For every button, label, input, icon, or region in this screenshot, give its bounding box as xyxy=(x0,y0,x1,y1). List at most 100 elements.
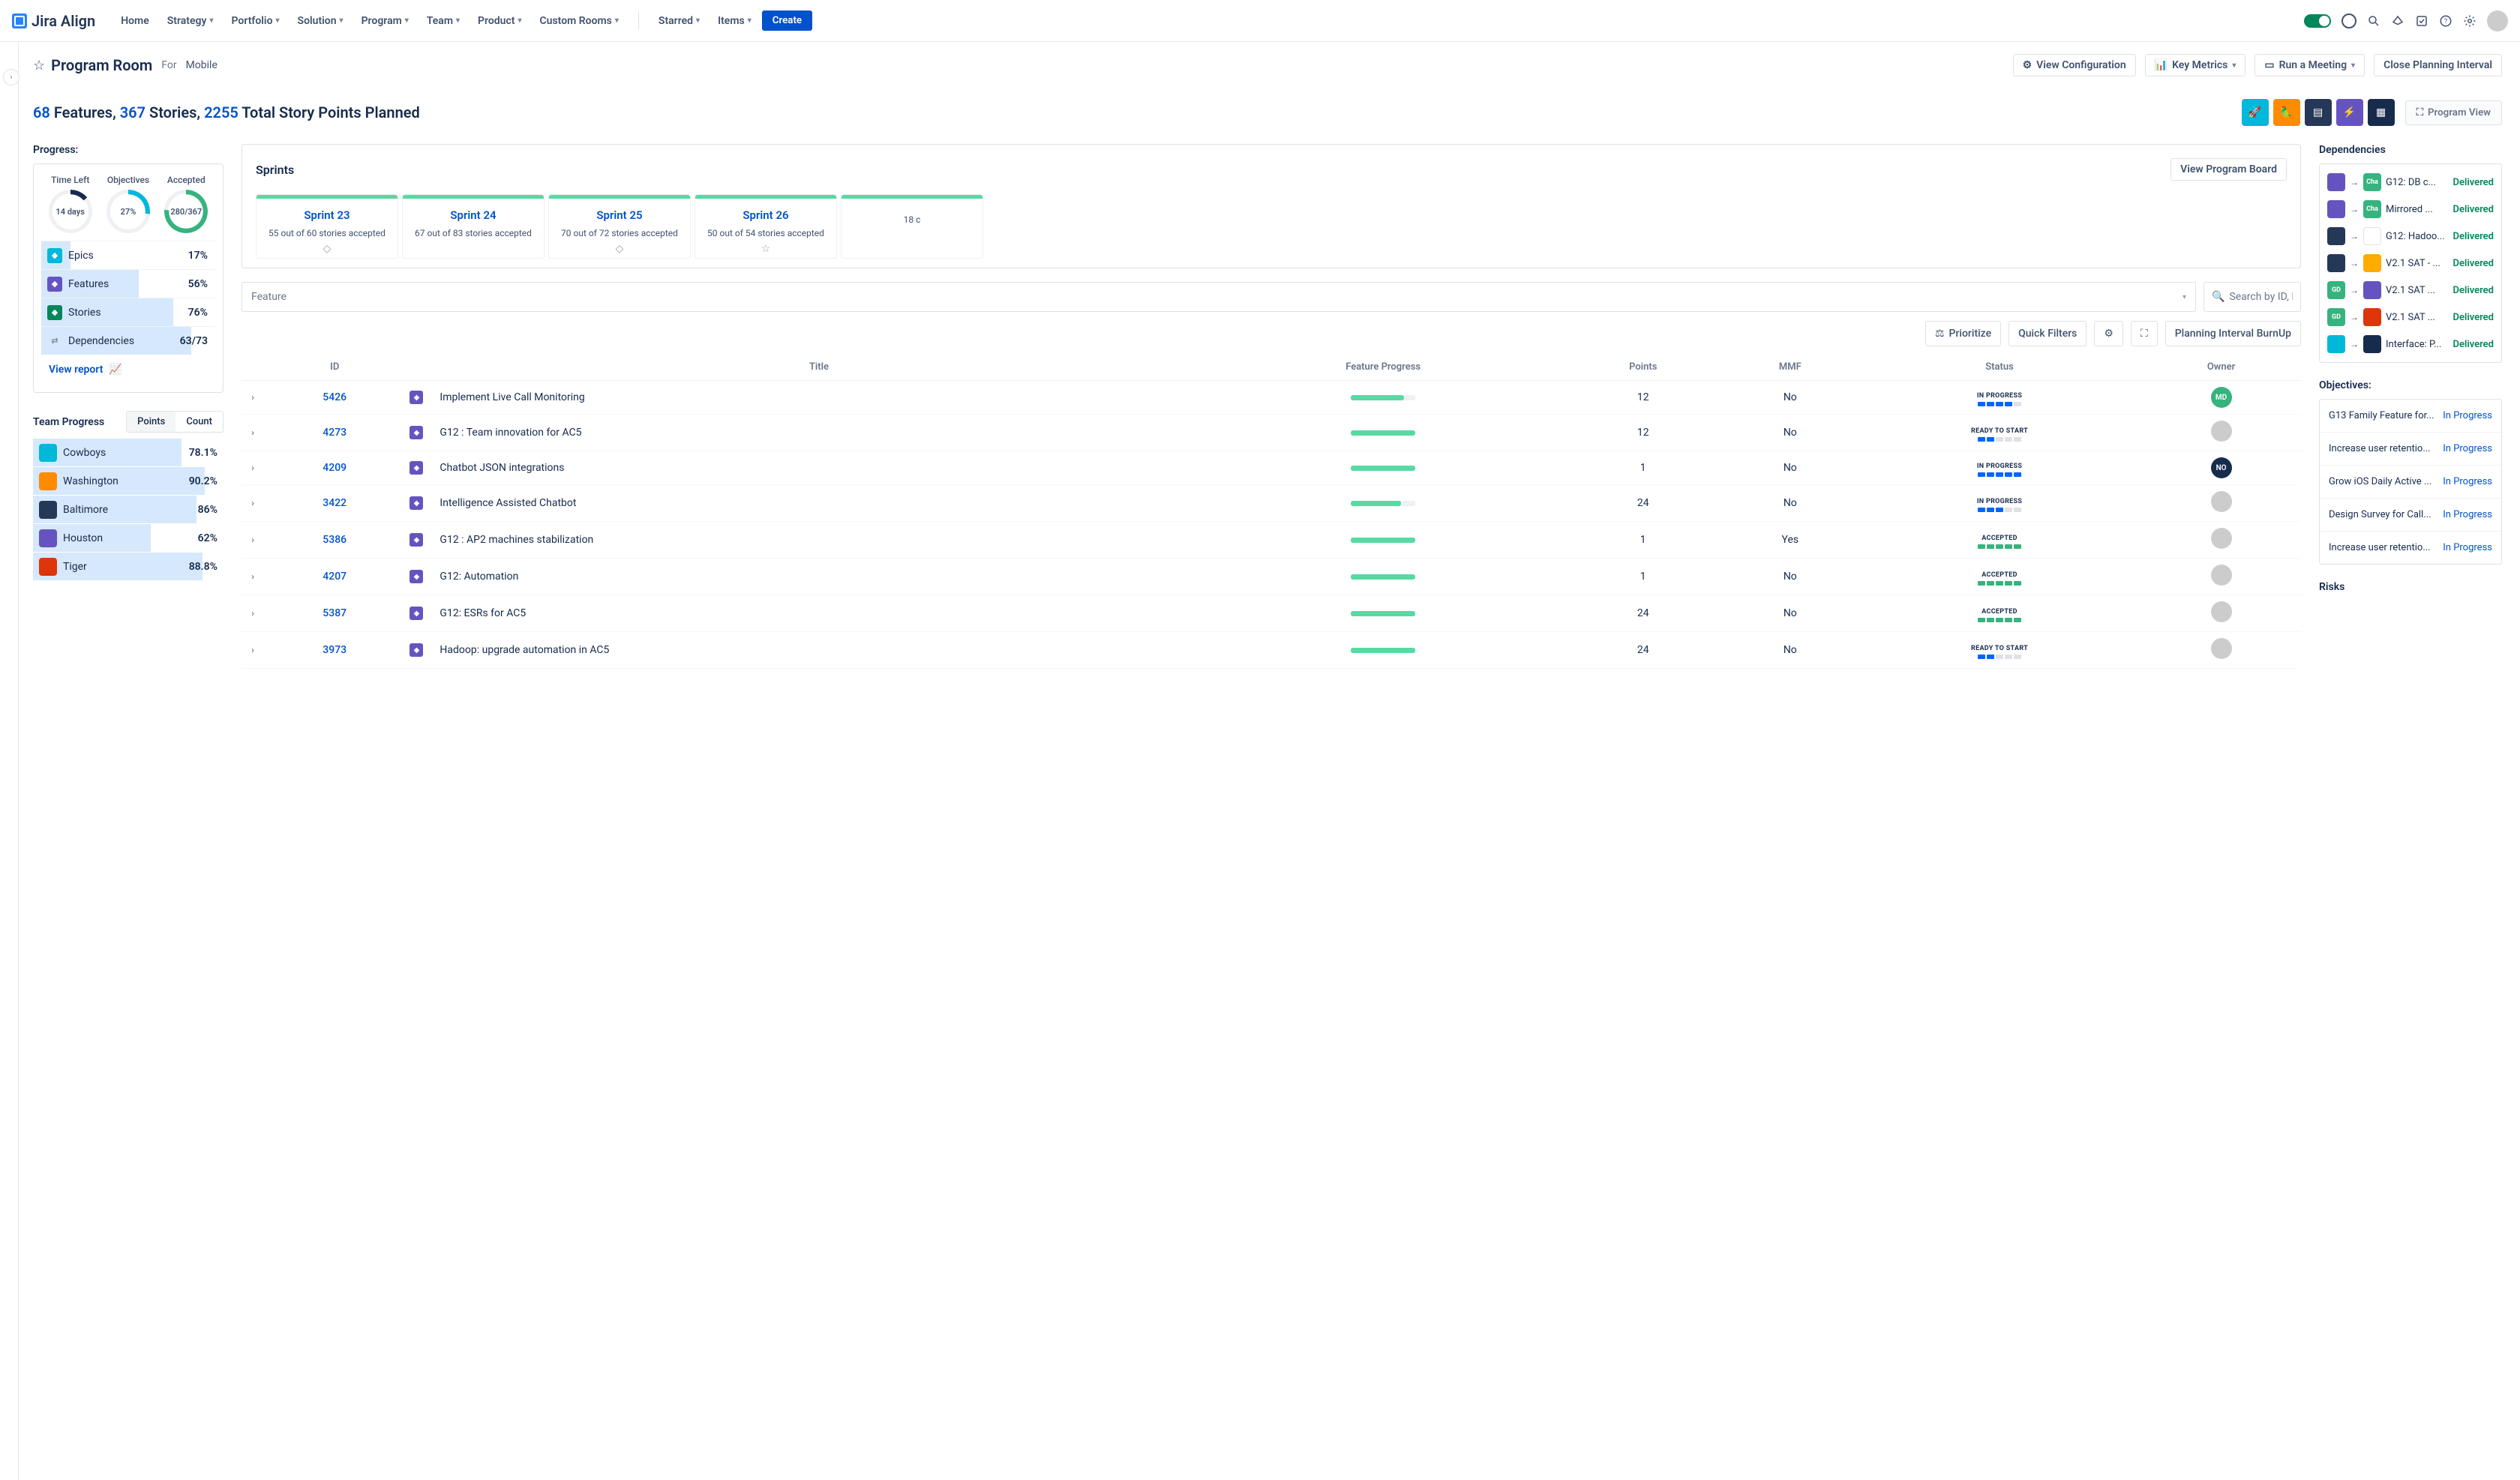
sprint-card[interactable]: Sprint 25 70 out of 72 stories accepted … xyxy=(548,194,691,259)
help-icon[interactable]: ? xyxy=(2439,14,2452,28)
dependency-row[interactable]: → Interface: P... Delivered xyxy=(2327,331,2494,358)
expand-sidebar-button[interactable]: › xyxy=(3,69,20,85)
owner-avatar[interactable]: MD xyxy=(2211,387,2232,408)
nav-solution[interactable]: Solution▾ xyxy=(290,10,351,31)
feature-id-link[interactable]: 4209 xyxy=(322,462,346,474)
team-row[interactable]: Houston 62% xyxy=(33,524,224,553)
tab-points[interactable]: Points xyxy=(127,412,176,432)
sprint-star-icon[interactable]: ◇ xyxy=(616,243,624,255)
sprint-card[interactable]: Sprint 23 55 out of 60 stories accepted … xyxy=(256,194,398,259)
program-view-button[interactable]: ⛶Program View xyxy=(2405,100,2502,125)
col-mmf[interactable]: MMF xyxy=(1723,354,1858,381)
dependency-row[interactable]: → Cha G12: DB c... Delivered xyxy=(2327,169,2494,196)
feature-title[interactable]: Implement Live Call Monitoring xyxy=(435,381,1202,415)
sprint-card[interactable]: 18 c xyxy=(841,194,983,259)
progress-row[interactable]: ⇄ Dependencies 63/73 xyxy=(41,326,215,355)
feature-title[interactable]: Intelligence Assisted Chatbot xyxy=(435,485,1202,522)
expand-row-icon[interactable]: › xyxy=(251,645,254,655)
team-row[interactable]: Tiger 88.8% xyxy=(33,553,224,581)
owner-avatar[interactable]: NO xyxy=(2211,457,2232,478)
owner-avatar[interactable] xyxy=(2211,601,2232,622)
col-id[interactable]: ID xyxy=(264,354,405,381)
dependency-row[interactable]: → Cha Mirrored ... Delivered xyxy=(2327,196,2494,223)
team-row[interactable]: Cowboys 78.1% xyxy=(33,439,224,467)
feature-title[interactable]: G12 : AP2 machines stabilization xyxy=(435,522,1202,559)
sprint-star-icon[interactable]: ☆ xyxy=(761,243,771,255)
expand-row-icon[interactable]: › xyxy=(251,608,254,619)
tasks-icon[interactable] xyxy=(2415,14,2428,28)
expand-row-icon[interactable]: › xyxy=(251,463,254,473)
sprint-card[interactable]: Sprint 24 67 out of 83 stories accepted xyxy=(402,194,544,259)
globe-icon[interactable] xyxy=(2342,13,2356,28)
team-tile-washington[interactable]: 🦜 xyxy=(2273,99,2300,126)
close-planning-interval-button[interactable]: Close Planning Interval xyxy=(2374,54,2502,76)
col-title[interactable]: Title xyxy=(435,354,1202,381)
sprint-name[interactable]: Sprint 24 xyxy=(450,208,496,222)
team-tile-baltimore[interactable]: ▤ xyxy=(2305,99,2332,126)
team-row[interactable]: Washington 90.2% xyxy=(33,467,224,496)
feature-id-link[interactable]: 5386 xyxy=(322,534,346,546)
settings-icon[interactable] xyxy=(2463,14,2476,28)
view-configuration-button[interactable]: ⚙View Configuration xyxy=(2013,54,2136,76)
feature-title[interactable]: Hadoop: upgrade automation in AC5 xyxy=(435,632,1202,669)
nav-custom-rooms[interactable]: Custom Rooms▾ xyxy=(532,10,626,31)
owner-avatar[interactable] xyxy=(2211,528,2232,549)
nav-program[interactable]: Program▾ xyxy=(354,10,416,31)
team-tile-houston[interactable]: ⚡ xyxy=(2336,99,2363,126)
nav-items[interactable]: Items▾ xyxy=(710,10,759,31)
col-points[interactable]: Points xyxy=(1564,354,1723,381)
nav-strategy[interactable]: Strategy▾ xyxy=(160,10,221,31)
for-value[interactable]: Mobile xyxy=(186,59,218,71)
feature-title[interactable]: G12: Automation xyxy=(435,559,1202,595)
expand-row-icon[interactable]: › xyxy=(251,535,254,545)
feature-title[interactable]: G12 : Team innovation for AC5 xyxy=(435,415,1202,451)
feature-id-link[interactable]: 5387 xyxy=(322,607,346,619)
nav-starred[interactable]: Starred▾ xyxy=(651,10,707,31)
expand-row-icon[interactable]: › xyxy=(251,427,254,438)
sprint-name[interactable]: Sprint 25 xyxy=(596,208,642,222)
sprint-card[interactable]: Sprint 26 50 out of 54 stories accepted … xyxy=(694,194,837,259)
owner-avatar[interactable] xyxy=(2211,421,2232,442)
run-meeting-button[interactable]: ▭Run a Meeting▾ xyxy=(2254,54,2365,76)
feature-id-link[interactable]: 4273 xyxy=(322,427,346,439)
sprint-name[interactable]: Sprint 23 xyxy=(304,208,350,222)
nav-portfolio[interactable]: Portfolio▾ xyxy=(224,10,287,31)
col-feature-progress[interactable]: Feature Progress xyxy=(1203,354,1564,381)
feature-id-link[interactable]: 4207 xyxy=(322,571,346,583)
sprint-star-icon[interactable]: ◇ xyxy=(323,243,332,255)
expand-row-icon[interactable]: › xyxy=(251,498,254,508)
col-owner[interactable]: Owner xyxy=(2141,354,2301,381)
objective-row[interactable]: Increase user retentio... In Progress xyxy=(2320,433,2501,466)
feature-id-link[interactable]: 3973 xyxy=(322,644,346,656)
objective-row[interactable]: Grow iOS Daily Active ... In Progress xyxy=(2320,466,2501,499)
create-button[interactable]: Create xyxy=(762,10,812,31)
objective-row[interactable]: Increase user retentio... In Progress xyxy=(2320,532,2501,564)
owner-avatar[interactable] xyxy=(2211,491,2232,512)
settings-button[interactable]: ⚙ xyxy=(2094,321,2123,346)
dependency-row[interactable]: → G12: Hadoo... Delivered xyxy=(2327,223,2494,250)
dependency-row[interactable]: → V2.1 SAT - ... Delivered xyxy=(2327,250,2494,277)
feature-type-select[interactable]: Feature▾ xyxy=(242,282,2196,312)
notifications-icon[interactable] xyxy=(2391,14,2404,28)
sprint-name[interactable]: Sprint 26 xyxy=(742,208,788,222)
col-status[interactable]: Status xyxy=(1858,354,2141,381)
progress-row[interactable]: ◆ Features 56% xyxy=(41,269,215,298)
feature-title[interactable]: G12: ESRs for AC5 xyxy=(435,595,1202,632)
feature-toggle[interactable] xyxy=(2304,14,2331,28)
nav-team[interactable]: Team▾ xyxy=(419,10,467,31)
prioritize-button[interactable]: ⚖Prioritize xyxy=(1925,321,2001,346)
owner-avatar[interactable] xyxy=(2211,638,2232,659)
feature-id-link[interactable]: 5426 xyxy=(322,391,346,403)
view-report-link[interactable]: View report📈 xyxy=(41,355,215,385)
team-row[interactable]: Baltimore 86% xyxy=(33,496,224,524)
search-icon[interactable] xyxy=(2367,14,2380,28)
star-icon[interactable]: ☆ xyxy=(33,58,45,73)
dependency-row[interactable]: GD → V2.1 SAT ... Delivered xyxy=(2327,277,2494,304)
expand-row-icon[interactable]: › xyxy=(251,571,254,582)
view-program-board-button[interactable]: View Program Board xyxy=(2170,158,2287,181)
tab-count[interactable]: Count xyxy=(176,412,223,432)
team-tile-tiger[interactable]: ▦ xyxy=(2368,99,2395,126)
dependency-row[interactable]: GD → V2.1 SAT ... Delivered xyxy=(2327,304,2494,331)
fullscreen-button[interactable]: ⛶ xyxy=(2131,321,2158,346)
user-avatar[interactable] xyxy=(2487,10,2508,31)
